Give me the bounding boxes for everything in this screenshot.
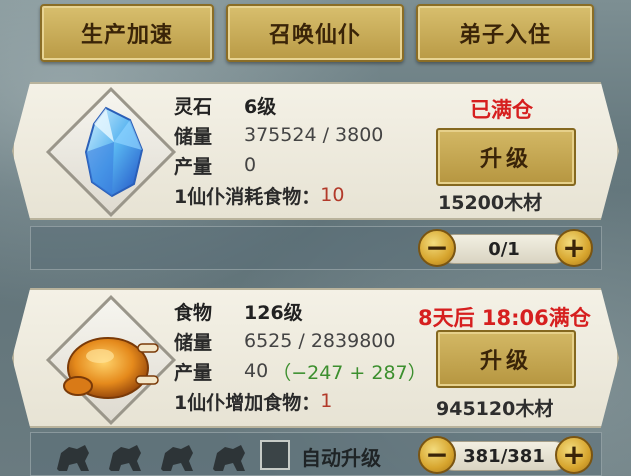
servant-silhouette-icon <box>161 445 193 471</box>
storage-label: 储量 <box>174 331 213 354</box>
servant-counter: 381/381 <box>439 441 569 471</box>
consume-value: 1 <box>320 390 333 412</box>
output-value: 40 <box>244 360 269 382</box>
speed-up-button[interactable]: 生产加速 <box>40 4 214 62</box>
storage-value: 375524 / 3800 <box>244 124 384 146</box>
consume-label: 1仙仆消耗食物： <box>174 185 321 208</box>
resource-name: 灵石 <box>174 95 213 118</box>
upgrade-button[interactable]: 升级 <box>436 330 576 388</box>
consume-value: 10 <box>320 184 345 206</box>
consume-label: 1仙仆增加食物： <box>174 391 321 414</box>
spirit-stone-info: 灵石 6级 储量 375524 / 3800 产量 0 1仙仆消耗食物： 10 <box>174 90 383 210</box>
storage-value: 6525 / 2839800 <box>244 330 396 352</box>
auto-upgrade-checkbox[interactable] <box>260 440 290 470</box>
increase-button[interactable]: + <box>555 436 593 474</box>
output-label: 产量 <box>174 361 213 384</box>
upgrade-cost: 15200木材 <box>438 192 543 214</box>
status-full: 已满仓 <box>470 98 533 122</box>
food-servant-bar: 自动升级 381/381 − + <box>30 432 602 476</box>
decrease-button[interactable]: − <box>418 229 456 267</box>
servant-silhouette-icon <box>57 445 89 471</box>
spirit-stone-servant-bar: 0/1 − + <box>30 226 602 270</box>
decrease-button[interactable]: − <box>418 436 456 474</box>
resource-name: 食物 <box>174 301 213 324</box>
servant-counter: 0/1 <box>439 234 569 264</box>
upgrade-button[interactable]: 升级 <box>436 128 576 186</box>
summon-servant-button[interactable]: 召唤仙仆 <box>226 4 404 62</box>
roast-chicken-icon <box>63 337 159 399</box>
resource-level: 126级 <box>244 301 303 324</box>
output-delta: （−247 + 287） <box>272 361 427 384</box>
output-value: 0 <box>244 154 257 176</box>
spirit-stone-card: 灵石 6级 储量 375524 / 3800 产量 0 1仙仆消耗食物： 10 … <box>12 82 619 220</box>
servant-silhouette-icon <box>213 445 245 471</box>
storage-label: 储量 <box>174 125 213 148</box>
increase-button[interactable]: + <box>555 229 593 267</box>
upgrade-cost: 945120木材 <box>436 398 554 420</box>
output-label: 产量 <box>174 155 213 178</box>
spirit-stone-icon <box>84 106 144 198</box>
servant-silhouette-icon <box>109 445 141 471</box>
status-full-time: 8天后 18:06满仓 <box>418 306 591 330</box>
food-info: 食物 126级 储量 6525 / 2839800 产量 40 （−247 + … <box>174 296 427 416</box>
auto-upgrade-label: 自动升级 <box>301 446 381 470</box>
resource-level: 6级 <box>244 95 277 118</box>
food-card: 食物 126级 储量 6525 / 2839800 产量 40 （−247 + … <box>12 288 619 428</box>
disciple-residence-button[interactable]: 弟子入住 <box>416 4 594 62</box>
